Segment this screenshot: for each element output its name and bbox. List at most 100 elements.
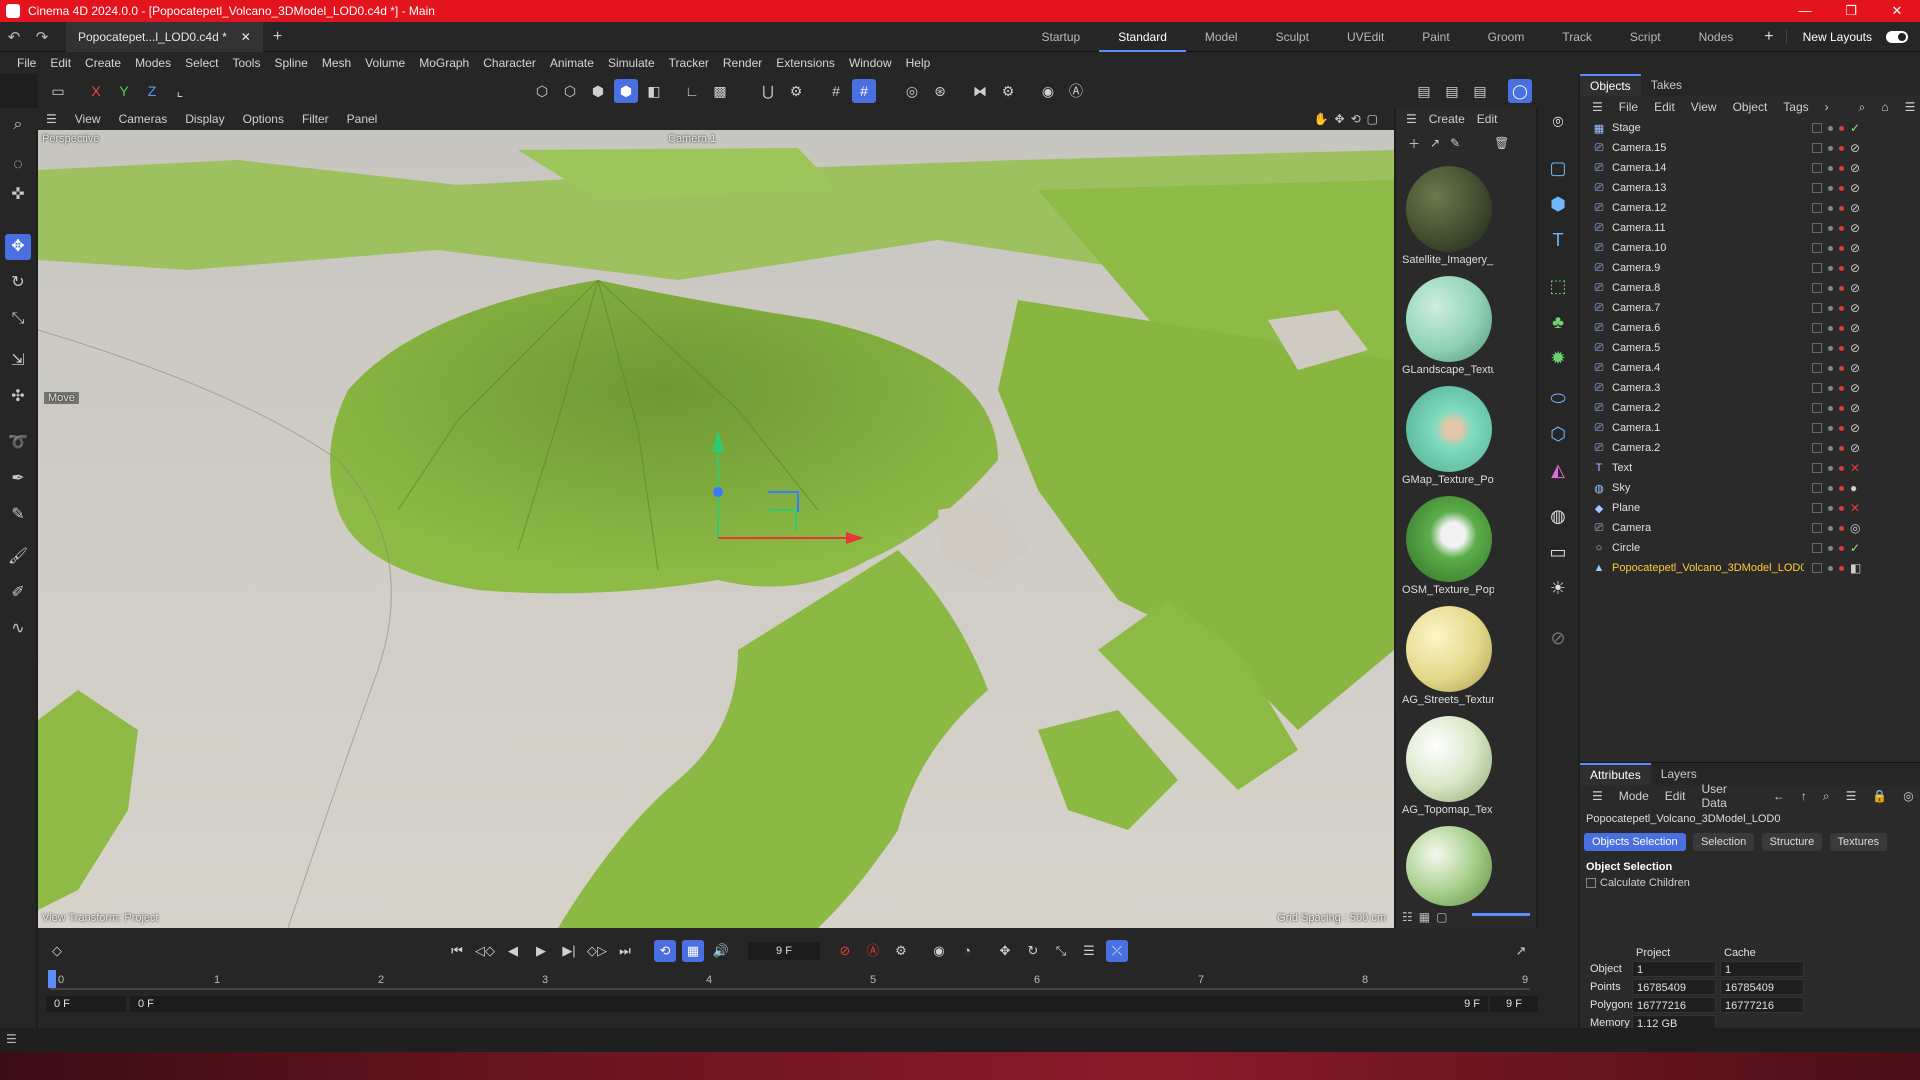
- playhead[interactable]: [48, 970, 56, 988]
- object-name[interactable]: Circle: [1612, 542, 1804, 554]
- render-visibility-dot[interactable]: [1839, 405, 1844, 411]
- add-layout-button[interactable]: +: [1752, 28, 1785, 46]
- layout-nodes[interactable]: Nodes: [1680, 22, 1753, 52]
- object-tag-icon[interactable]: ⊘: [1850, 441, 1860, 455]
- position-key-icon[interactable]: ✥: [994, 940, 1016, 962]
- tab-objects[interactable]: Objects: [1580, 74, 1641, 96]
- layer-checkbox[interactable]: [1812, 283, 1822, 293]
- object-name[interactable]: Camera.14: [1612, 162, 1804, 174]
- object-tag-icon[interactable]: ⊘: [1850, 421, 1860, 435]
- layout-standard[interactable]: Standard: [1099, 22, 1186, 52]
- workplane-icon[interactable]: #: [852, 79, 876, 103]
- render-visibility-dot[interactable]: [1839, 145, 1844, 151]
- object-row[interactable]: ⎚ Camera.2 ⊘: [1580, 398, 1920, 418]
- close-button[interactable]: ✕: [1874, 0, 1920, 22]
- render-visibility-dot[interactable]: [1839, 285, 1844, 291]
- texture-mode-icon[interactable]: ▩: [708, 79, 732, 103]
- object-tag-icon[interactable]: ⊘: [1850, 221, 1860, 235]
- symmetry-options-icon[interactable]: ⚙: [996, 79, 1020, 103]
- object-tag-icon[interactable]: ◧: [1850, 561, 1861, 575]
- render-visibility-dot[interactable]: [1839, 505, 1844, 511]
- menu-window[interactable]: Window: [842, 56, 899, 70]
- editor-visibility-dot[interactable]: [1828, 425, 1833, 431]
- object-row[interactable]: ◆ Plane ✕: [1580, 498, 1920, 518]
- new-material-icon[interactable]: ＋: [1408, 135, 1420, 152]
- object-name[interactable]: Camera.6: [1612, 322, 1804, 334]
- snap-icon[interactable]: ⋃: [756, 79, 780, 103]
- object-tag-icon[interactable]: ✓: [1850, 541, 1860, 555]
- active-camera-label[interactable]: Camera.1: [668, 133, 716, 145]
- object-name[interactable]: Camera.7: [1612, 302, 1804, 314]
- editor-visibility-dot[interactable]: [1828, 405, 1833, 411]
- menu-simulate[interactable]: Simulate: [601, 56, 662, 70]
- status-menu-icon[interactable]: ☰: [6, 1032, 17, 1046]
- objects-menu-object[interactable]: Object: [1725, 100, 1776, 114]
- object-row[interactable]: ⎚ Camera.9 ⊘: [1580, 258, 1920, 278]
- transfer-tool-icon[interactable]: ⇲: [5, 348, 31, 374]
- layer-checkbox[interactable]: [1812, 403, 1822, 413]
- object-row[interactable]: ⎚ Camera.14 ⊘: [1580, 158, 1920, 178]
- render-to-picture-viewer-icon[interactable]: ▤: [1440, 79, 1464, 103]
- object-tag-icon[interactable]: ⊘: [1850, 321, 1860, 335]
- object-row[interactable]: ⎚ Camera.4 ⊘: [1580, 358, 1920, 378]
- arrow-icon[interactable]: ↗: [1430, 136, 1440, 150]
- menu-tools[interactable]: Tools: [225, 56, 267, 70]
- spline-tool-icon[interactable]: ∿: [5, 616, 31, 642]
- playback-rate-icon[interactable]: ▦: [682, 940, 704, 962]
- menu-spline[interactable]: Spline: [267, 56, 314, 70]
- axis-mode-icon[interactable]: ∟: [680, 79, 704, 103]
- material-view-icons[interactable]: ☷ ▦ ▢: [1402, 910, 1447, 924]
- object-tag-icon[interactable]: ⊘: [1850, 201, 1860, 215]
- object-name[interactable]: Plane: [1612, 502, 1804, 514]
- objects-hamburger-icon[interactable]: ☰: [1584, 100, 1611, 114]
- layer-checkbox[interactable]: [1812, 203, 1822, 213]
- editor-visibility-dot[interactable]: [1828, 385, 1833, 391]
- go-to-end-icon[interactable]: ⏭: [614, 940, 636, 962]
- material-item[interactable]: AG_Topomap_Tex: [1402, 712, 1494, 816]
- minimize-button[interactable]: —: [1782, 0, 1828, 22]
- grid-view-icon[interactable]: ▦: [1419, 910, 1430, 924]
- object-tag-icon[interactable]: ◎: [1850, 521, 1860, 535]
- viewport-solo-icon[interactable]: ◉: [1036, 79, 1060, 103]
- model-mode-icon[interactable]: ⬢: [614, 79, 638, 103]
- object-tag-icon[interactable]: ⊘: [1850, 281, 1860, 295]
- end-frame-field[interactable]: 9 F: [1490, 996, 1538, 1012]
- effector-icon[interactable]: ✹: [1546, 346, 1570, 370]
- objects-menu-file[interactable]: File: [1611, 100, 1646, 114]
- command-palette-icon[interactable]: ▭: [46, 79, 70, 103]
- editor-visibility-dot[interactable]: [1828, 445, 1833, 451]
- render-visibility-dot[interactable]: [1839, 385, 1844, 391]
- z-axis-lock-button[interactable]: Z: [140, 79, 164, 103]
- field-icon[interactable]: ◭: [1546, 458, 1570, 482]
- object-tag-icon[interactable]: ⊘: [1850, 241, 1860, 255]
- record-icon[interactable]: ⊘: [834, 940, 856, 962]
- material-item[interactable]: GMap_Texture_Po: [1402, 382, 1494, 486]
- object-row[interactable]: ⎚ Camera.1 ⊘: [1580, 418, 1920, 438]
- menu-volume[interactable]: Volume: [358, 56, 412, 70]
- generator-icon[interactable]: ⬡: [1546, 422, 1570, 446]
- attributes-hamburger-icon[interactable]: ☰: [1584, 789, 1611, 803]
- object-tag-icon[interactable]: ⊘: [1850, 261, 1860, 275]
- selection-options-icon[interactable]: ✜: [5, 182, 31, 208]
- objects-menu-edit[interactable]: Edit: [1646, 100, 1683, 114]
- render-visibility-dot[interactable]: [1839, 185, 1844, 191]
- lasso-icon[interactable]: ➰: [5, 430, 31, 456]
- object-row[interactable]: ▦ Stage ✓: [1580, 118, 1920, 138]
- layer-checkbox[interactable]: [1812, 343, 1822, 353]
- object-tag-icon[interactable]: ●: [1850, 481, 1857, 495]
- viewport-navigation-icons[interactable]: ✋✥⟲▢: [1314, 112, 1384, 126]
- layer-checkbox[interactable]: [1812, 243, 1822, 253]
- object-tag-icon[interactable]: ⊘: [1850, 301, 1860, 315]
- editor-visibility-dot[interactable]: [1828, 525, 1833, 531]
- attributes-settings-icon[interactable]: ◎: [1895, 789, 1920, 803]
- layer-checkbox[interactable]: [1812, 563, 1822, 573]
- layer-checkbox[interactable]: [1812, 223, 1822, 233]
- viewport-menu-view[interactable]: View: [66, 112, 110, 126]
- object-tag-icon[interactable]: ⊘: [1850, 161, 1860, 175]
- rotation-key-icon[interactable]: ↻: [1022, 940, 1044, 962]
- editor-visibility-dot[interactable]: [1828, 185, 1833, 191]
- render-visibility-dot[interactable]: [1839, 445, 1844, 451]
- previous-key-icon[interactable]: ◁◇: [474, 940, 496, 962]
- material-menu-edit[interactable]: Edit: [1477, 112, 1498, 126]
- symmetry-settings-icon[interactable]: ⊛: [928, 79, 952, 103]
